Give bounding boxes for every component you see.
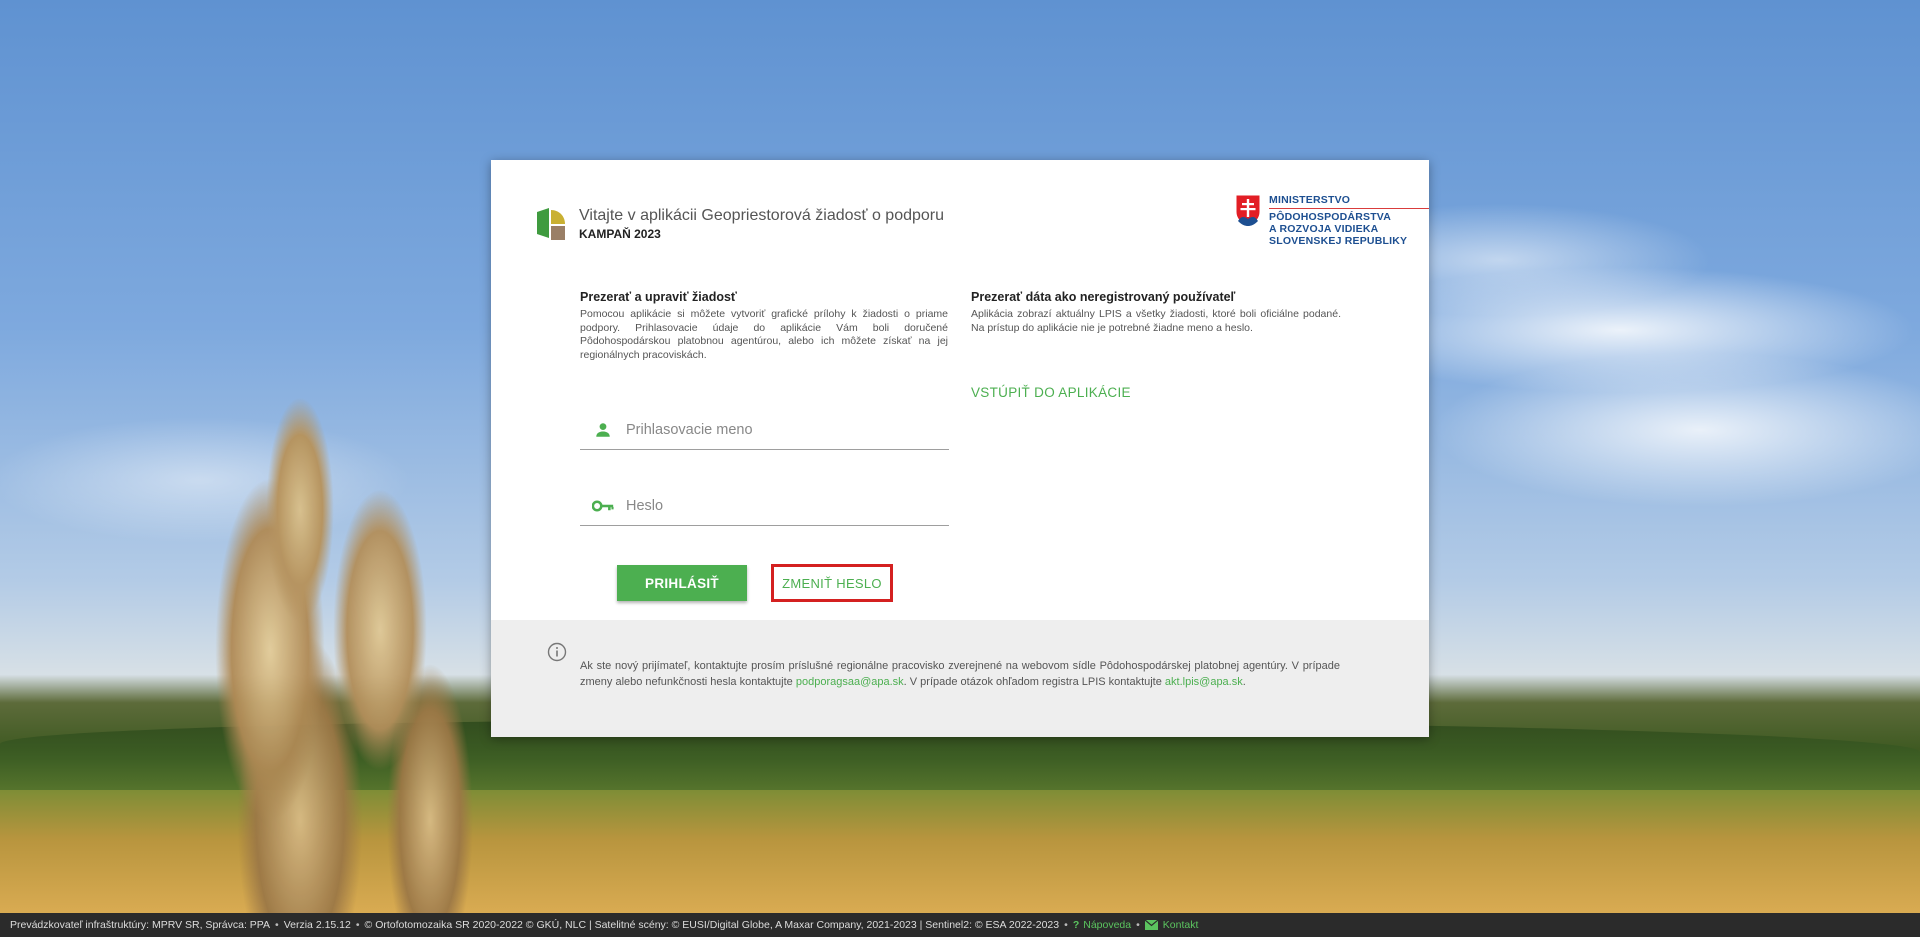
ministry-line-2: PÔDOHOSPODÁRSTVA: [1269, 211, 1392, 223]
separator: •: [1064, 919, 1068, 931]
mail-icon: [1144, 920, 1158, 930]
ministry-line-3: A ROZVOJA VIDIEKA: [1269, 223, 1379, 235]
credits-text: © Ortofotomozaika SR 2020-2022 © GKÚ, NL…: [364, 919, 1060, 931]
app-header: Vitajte v aplikácii Geopriestorová žiado…: [535, 204, 944, 244]
status-bar: Prevádzkovateľ infraštruktúry: MPRV SR, …: [0, 913, 1920, 937]
help-label: Nápoveda: [1083, 919, 1132, 931]
app-title-block: Vitajte v aplikácii Geopriestorová žiado…: [579, 206, 944, 242]
question-icon: ?: [1072, 919, 1080, 931]
info-icon: [547, 642, 567, 662]
help-link[interactable]: ? Nápoveda: [1073, 919, 1131, 931]
password-input[interactable]: [626, 497, 949, 514]
campaign-label: KAMPAŇ 2023: [579, 227, 661, 241]
ministry-line-4: SLOVENSKEJ REPUBLIKY: [1269, 235, 1408, 247]
view-data-section: Prezerať dáta ako neregistrovaný používa…: [971, 290, 1341, 335]
version-text: Verzia 2.15.12: [283, 919, 351, 931]
slovak-coat-of-arms-icon: [1235, 194, 1261, 227]
person-icon: [580, 421, 626, 439]
edit-application-section: Prezerať a upraviť žiadosť Pomocou aplik…: [580, 290, 948, 362]
info-text-part-3: .: [1242, 676, 1246, 688]
ministry-text: MINISTERSTVO PÔDOHOSPODÁRSTVA A ROZVOJA …: [1269, 194, 1429, 247]
info-panel: Ak ste nový prijímateľ, kontaktujte pros…: [491, 620, 1429, 737]
support-email-link[interactable]: podporagsaa@apa.sk: [796, 676, 904, 688]
app-title: Vitajte v aplikácii Geopriestorová žiado…: [579, 207, 945, 224]
info-text-part-2: . V prípade otázok ohľadom registra LPIS…: [903, 676, 1165, 688]
ministry-line-1: MINISTERSTVO: [1269, 194, 1429, 209]
separator: •: [355, 919, 360, 931]
view-data-description: Aplikácia zobrazí aktuálny LPIS a všetky…: [971, 308, 1341, 334]
lpis-email-link[interactable]: akt.lpis@apa.sk: [1165, 676, 1243, 688]
change-password-button[interactable]: ZMENIŤ HESLO: [771, 564, 893, 602]
enter-application-link[interactable]: VSTÚPIŤ DO APLIKÁCIE: [971, 385, 1131, 400]
edit-application-description: Pomocou aplikácie si môžete vytvoriť gra…: [580, 308, 948, 361]
ministry-logo: MINISTERSTVO PÔDOHOSPODÁRSTVA A ROZVOJA …: [1235, 194, 1429, 247]
login-button[interactable]: PRIHLÁSIŤ: [617, 565, 747, 601]
contact-link[interactable]: Kontakt: [1144, 919, 1199, 931]
username-field: [580, 410, 949, 450]
view-data-heading: Prezerať dáta ako neregistrovaný používa…: [971, 290, 1236, 304]
operator-text: Prevádzkovateľ infraštruktúry: MPRV SR, …: [10, 919, 271, 931]
login-card: Vitajte v aplikácii Geopriestorová žiado…: [491, 160, 1429, 737]
background-wheat: [150, 180, 480, 920]
app-logo-icon: [537, 208, 565, 240]
info-text: Ak ste nový prijímateľ, kontaktujte pros…: [580, 658, 1340, 690]
username-input[interactable]: [626, 421, 949, 438]
key-icon: [580, 499, 626, 513]
separator: •: [1136, 919, 1140, 931]
separator: •: [275, 919, 279, 931]
contact-label: Kontakt: [1162, 919, 1199, 931]
password-field: [580, 486, 949, 526]
edit-application-heading: Prezerať a upraviť žiadosť: [580, 290, 737, 304]
